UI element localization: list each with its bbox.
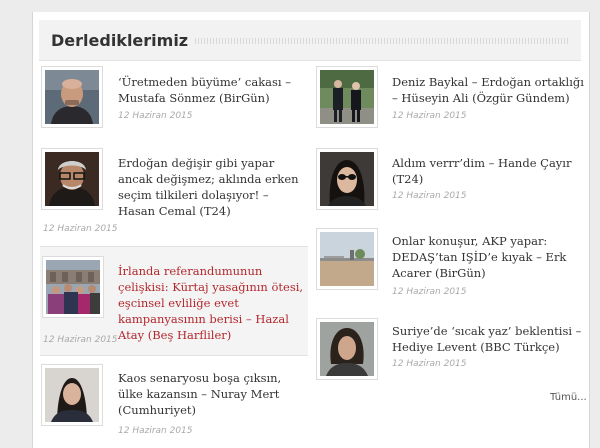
- article-date: 12 Haziran 2015: [392, 191, 467, 201]
- article-title[interactable]: Suriye’de ‘sıcak yaz’ beklentisi – Hediy…: [392, 323, 584, 355]
- article-date: 12 Haziran 2015: [43, 335, 118, 345]
- article-date: 12 Haziran 2015: [392, 111, 467, 121]
- article-item-highlighted[interactable]: İrlanda referandumunun çelişkisi: Kürtaj…: [40, 246, 308, 356]
- portrait-bald-man-image: [45, 70, 99, 124]
- portrait-woman-sunglasses-image: [320, 152, 374, 206]
- article-title[interactable]: İrlanda referandumunun çelişkisi: Kürtaj…: [118, 263, 306, 343]
- article-title[interactable]: Aldım verrr’dim – Hande Çayır (T24): [392, 155, 584, 187]
- article-thumbnail[interactable]: [41, 364, 103, 426]
- article-item[interactable]: Aldım verrr’dim – Hande Çayır (T24) 12 H…: [316, 146, 588, 220]
- crowd-demonstration-image: [46, 260, 100, 314]
- portrait-man-glasses-image: [45, 152, 99, 206]
- article-item[interactable]: Kaos senaryosu boşa çıksın, ülke kazansı…: [40, 364, 310, 444]
- article-thumbnail[interactable]: [41, 148, 103, 210]
- two-men-walking-image: [320, 70, 374, 124]
- article-date: 12 Haziran 2015: [392, 287, 467, 297]
- article-title[interactable]: Deniz Baykal – Erdoğan ortaklığı – Hüsey…: [392, 74, 584, 106]
- article-date: 12 Haziran 2015: [392, 359, 467, 369]
- border-landscape-image: [320, 232, 374, 286]
- article-thumbnail[interactable]: [316, 228, 378, 290]
- article-title[interactable]: ‘Üretmeden büyüme’ cakası – Mustafa Sönm…: [118, 74, 306, 106]
- article-title[interactable]: Kaos senaryosu boşa çıksın, ülke kazansı…: [118, 370, 306, 418]
- article-item[interactable]: Deniz Baykal – Erdoğan ortaklığı – Hüsey…: [316, 64, 588, 134]
- article-date: 12 Haziran 2015: [118, 111, 193, 121]
- more-link[interactable]: Tümü...: [550, 392, 587, 403]
- widget-title: Derlediklerimiz: [51, 31, 189, 50]
- article-item[interactable]: Suriye’de ‘sıcak yaz’ beklentisi – Hediy…: [316, 318, 588, 384]
- article-date: 12 Haziran 2015: [118, 426, 193, 436]
- article-thumbnail[interactable]: [316, 318, 378, 380]
- article-title[interactable]: Erdoğan değişir gibi yapar ancak değişme…: [118, 155, 306, 219]
- article-title[interactable]: Onlar konuşur, AKP yapar: DEDAŞ’tan IŞİD…: [392, 233, 584, 281]
- article-item[interactable]: ‘Üretmeden büyüme’ cakası – Mustafa Sönm…: [40, 64, 310, 134]
- article-thumbnail[interactable]: [41, 66, 103, 128]
- portrait-woman-dark-hair-image: [45, 368, 99, 422]
- article-item[interactable]: Onlar konuşur, AKP yapar: DEDAŞ’tan IŞİD…: [316, 228, 588, 308]
- article-item[interactable]: Erdoğan değişir gibi yapar ancak değişme…: [40, 146, 310, 238]
- article-date: 12 Haziran 2015: [43, 224, 118, 234]
- article-thumbnail[interactable]: [316, 148, 378, 210]
- article-thumbnail[interactable]: [316, 66, 378, 128]
- header-decoration: [195, 38, 569, 44]
- widget-header: Derlediklerimiz: [39, 20, 581, 61]
- article-thumbnail[interactable]: [42, 256, 104, 318]
- portrait-woman-curly-hair-image: [320, 322, 374, 376]
